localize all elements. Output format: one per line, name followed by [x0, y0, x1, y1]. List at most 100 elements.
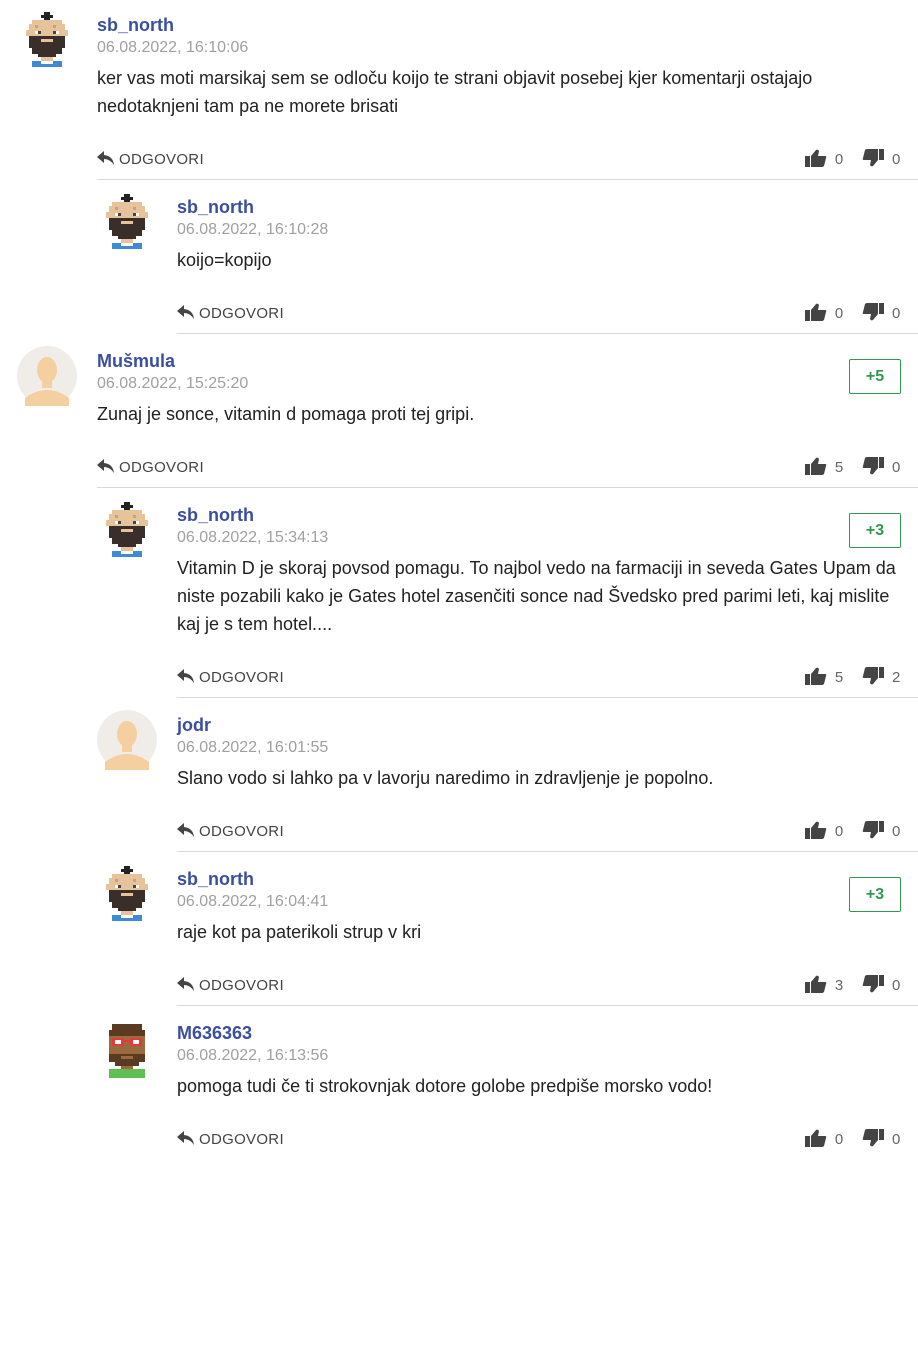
comment-text: Zunaj je sonce, vitamin d pomaga proti t…: [97, 404, 475, 424]
avatar[interactable]: [17, 346, 77, 406]
comment-reply: M636363 06.08.2022, 16:13:56 pomoga tudi…: [97, 1008, 918, 1159]
like-button[interactable]: 3: [804, 975, 844, 994]
reply-label: ODGOVORI: [199, 305, 284, 322]
dislike-count: 2: [892, 669, 901, 686]
reply-label: ODGOVORI: [199, 823, 284, 840]
comment-thread: sb_north 06.08.2022, 16:10:06 ker vas mo…: [0, 0, 918, 1159]
reply-button[interactable]: ODGOVORI: [97, 459, 204, 476]
dislike-count: 0: [892, 1131, 901, 1148]
dislike-count: 0: [892, 459, 901, 476]
comment-time: 06.08.2022, 16:10:28: [177, 221, 329, 238]
like-count: 0: [834, 305, 844, 322]
reply-button[interactable]: ODGOVORI: [177, 305, 284, 322]
avatar[interactable]: [97, 710, 157, 770]
reply-label: ODGOVORI: [119, 151, 204, 168]
thumbs-down-icon: [862, 975, 884, 993]
score-badge: +5: [849, 359, 901, 394]
like-button[interactable]: 0: [804, 303, 844, 322]
comment-text: ker vas moti marsikaj sem se odloču koij…: [97, 68, 813, 116]
comment-text: pomoga tudi če ti strokovnjak dotore gol…: [177, 1076, 713, 1096]
dislike-count: 0: [892, 151, 901, 168]
avatar[interactable]: [97, 864, 157, 924]
thumbs-up-icon: [804, 303, 827, 321]
reply-arrow-icon: [97, 151, 114, 165]
dislike-button[interactable]: 0: [862, 975, 901, 994]
comment-time: 06.08.2022, 15:25:20: [97, 375, 249, 392]
reply-arrow-icon: [177, 823, 194, 837]
like-button[interactable]: 0: [804, 1129, 844, 1148]
thumbs-down-icon: [862, 149, 884, 167]
thumbs-down-icon: [862, 303, 884, 321]
comment: sb_north 06.08.2022, 16:10:06 ker vas mo…: [17, 0, 918, 180]
comment-author[interactable]: Mušmula: [97, 350, 248, 372]
like-button[interactable]: 0: [804, 149, 844, 168]
thumbs-down-icon: [862, 457, 884, 475]
comment-time: 06.08.2022, 15:34:13: [177, 529, 329, 546]
comment-time: 06.08.2022, 16:01:55: [177, 739, 329, 756]
dislike-button[interactable]: 0: [862, 303, 901, 322]
score-badge: +3: [849, 513, 901, 548]
reply-arrow-icon: [177, 669, 194, 683]
like-count: 5: [834, 669, 844, 686]
comment-text: raje kot pa paterikoli strup v kri: [177, 922, 422, 942]
like-count: 5: [834, 459, 844, 476]
avatar[interactable]: [97, 192, 157, 252]
reply-label: ODGOVORI: [199, 1131, 284, 1148]
like-button[interactable]: 5: [804, 457, 844, 476]
comment-reply: sb_north 06.08.2022, 16:10:28 koijo=kopi…: [97, 182, 918, 334]
like-button[interactable]: 0: [804, 821, 844, 840]
comment-author[interactable]: sb_north: [177, 196, 328, 218]
thumbs-up-icon: [804, 667, 827, 685]
dislike-count: 0: [892, 305, 901, 322]
comment-text: koijo=kopijo: [177, 250, 272, 270]
reply-arrow-icon: [97, 459, 114, 473]
comment-author[interactable]: M636363: [177, 1022, 328, 1044]
thumbs-up-icon: [804, 1129, 827, 1147]
like-count: 0: [834, 823, 844, 840]
reply-arrow-icon: [177, 305, 194, 319]
like-button[interactable]: 5: [804, 667, 844, 686]
avatar[interactable]: [97, 500, 157, 560]
avatar[interactable]: [97, 1018, 157, 1078]
reply-arrow-icon: [177, 977, 194, 991]
score-badge: +3: [849, 877, 901, 912]
thumbs-down-icon: [862, 821, 884, 839]
reply-button[interactable]: ODGOVORI: [177, 977, 284, 994]
avatar[interactable]: [17, 10, 77, 70]
thumbs-up-icon: [804, 821, 827, 839]
comment-text: Vitamin D je skoraj povsod pomagu. To na…: [177, 558, 896, 634]
reply-button[interactable]: ODGOVORI: [97, 151, 204, 168]
comment-reply: jodr 06.08.2022, 16:01:55 Slano vodo si …: [97, 700, 918, 852]
thumbs-up-icon: [804, 149, 827, 167]
reply-button[interactable]: ODGOVORI: [177, 1131, 284, 1148]
dislike-button[interactable]: 0: [862, 821, 901, 840]
dislike-button[interactable]: 0: [862, 457, 901, 476]
comment-time: 06.08.2022, 16:04:41: [177, 893, 329, 910]
thumbs-down-icon: [862, 667, 884, 685]
comment-reply: sb_north 06.08.2022, 16:04:41 +3 raje ko…: [97, 854, 918, 1006]
thumbs-up-icon: [804, 975, 827, 993]
reply-button[interactable]: ODGOVORI: [177, 669, 284, 686]
dislike-button[interactable]: 2: [862, 667, 901, 686]
comment: Mušmula 06.08.2022, 15:25:20 +5 Zunaj je…: [17, 336, 918, 488]
comment-time: 06.08.2022, 16:10:06: [97, 39, 249, 56]
thumbs-up-icon: [804, 457, 827, 475]
like-count: 0: [834, 151, 844, 168]
like-count: 3: [834, 977, 844, 994]
comment-author[interactable]: jodr: [177, 714, 328, 736]
reply-label: ODGOVORI: [119, 459, 204, 476]
comment-author[interactable]: sb_north: [97, 14, 248, 36]
comment-author[interactable]: sb_north: [177, 504, 328, 526]
comment-reply: sb_north 06.08.2022, 15:34:13 +3 Vitamin…: [97, 490, 918, 698]
reply-button[interactable]: ODGOVORI: [177, 823, 284, 840]
thumbs-down-icon: [862, 1129, 884, 1147]
reply-label: ODGOVORI: [199, 669, 284, 686]
comment-time: 06.08.2022, 16:13:56: [177, 1047, 329, 1064]
dislike-button[interactable]: 0: [862, 149, 901, 168]
dislike-count: 0: [892, 823, 901, 840]
reply-label: ODGOVORI: [199, 977, 284, 994]
comment-author[interactable]: sb_north: [177, 868, 328, 890]
reply-arrow-icon: [177, 1131, 194, 1145]
dislike-button[interactable]: 0: [862, 1129, 901, 1148]
dislike-count: 0: [892, 977, 901, 994]
